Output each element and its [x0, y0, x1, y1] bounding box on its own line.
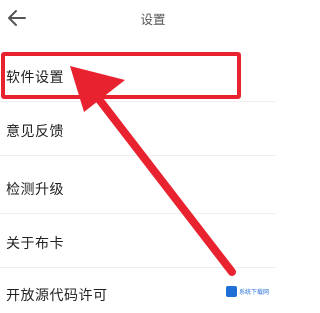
top-bar: 设置: [0, 0, 276, 38]
settings-item-about[interactable]: 关于布卡: [0, 216, 276, 268]
settings-item-label: 检测升级: [6, 182, 64, 198]
settings-item-feedback[interactable]: 意见反馈: [0, 104, 276, 156]
settings-item-label: 意见反馈: [6, 124, 64, 140]
settings-item-label: 开放源代码许可: [6, 288, 108, 304]
page-title: 设置: [140, 12, 166, 27]
site-logo-icon: [226, 285, 237, 297]
settings-item-check-update[interactable]: 检测升级: [0, 162, 276, 214]
settings-screen: 设置 软件设置 意见反馈 检测升级 关于布卡 开放源代码许可 系统下载网: [0, 0, 276, 313]
highlight-box: [1, 52, 241, 99]
watermark-text: 系统下载网: [239, 288, 270, 296]
watermark: 系统下载网: [226, 284, 274, 298]
settings-item-label: 关于布卡: [6, 236, 64, 252]
